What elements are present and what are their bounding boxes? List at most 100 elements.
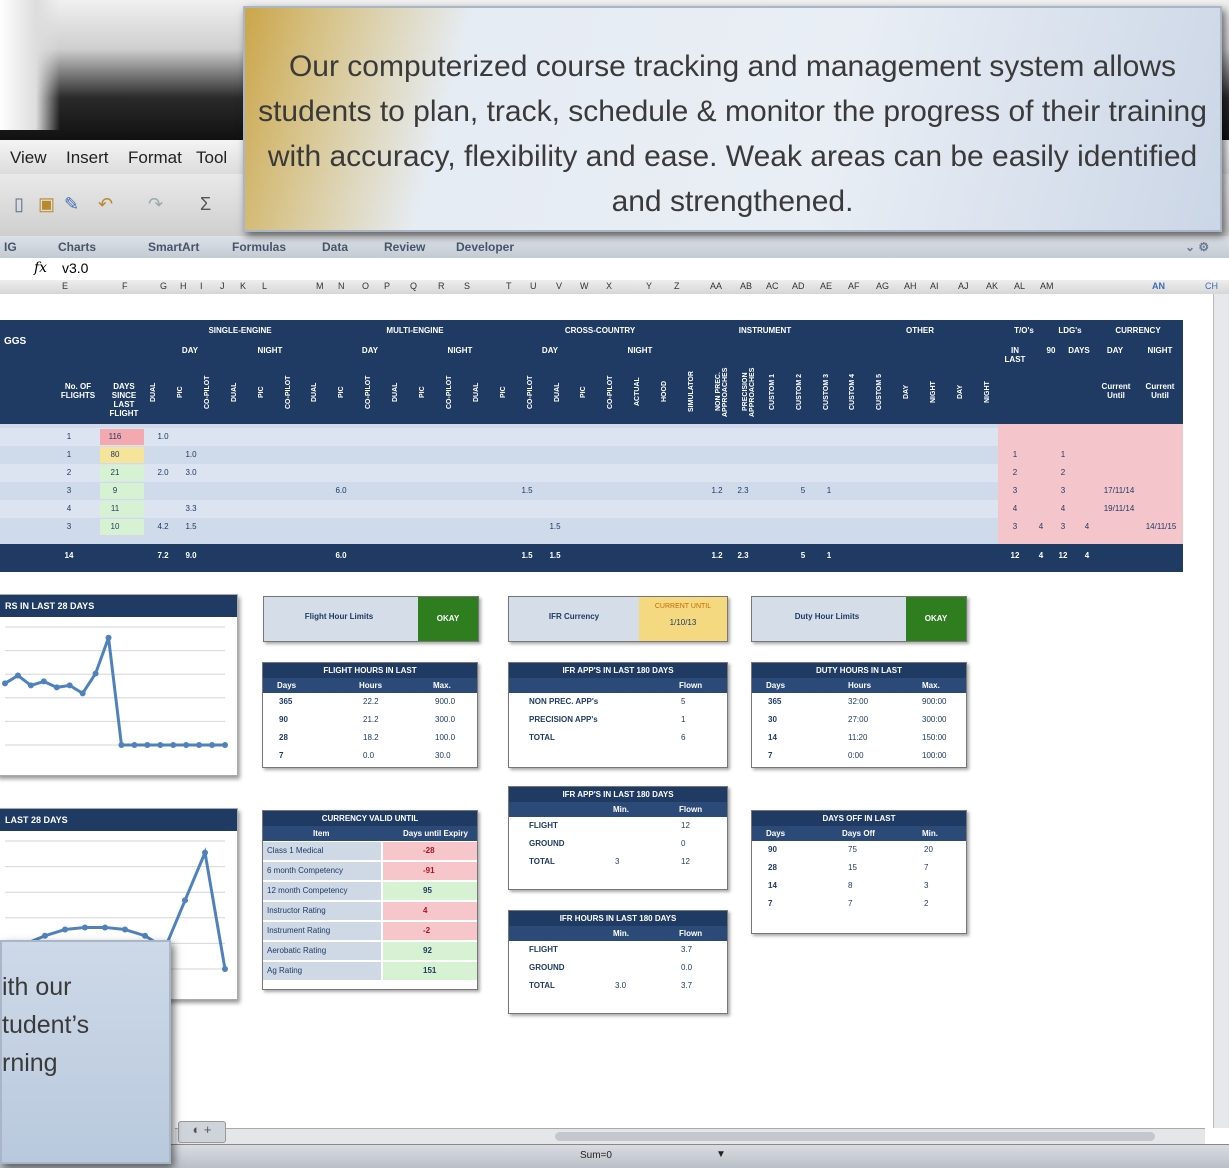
vertical-column-header: HOOD [661,381,669,403]
redo-icon[interactable]: ↷ [148,194,168,214]
column-header[interactable]: W [580,281,589,291]
status-bar: Sum=0 ▼ [0,1144,1229,1168]
group-header: OTHER [906,326,934,335]
chevron-down-icon[interactable]: ▼ [716,1149,726,1160]
column-header[interactable]: F [122,281,128,291]
document-icon[interactable]: ▯ [14,194,34,214]
column-header[interactable]: AH [904,281,917,291]
menu-tools[interactable]: Tool [196,148,227,168]
tab-smartart[interactable]: SmartArt [148,240,199,254]
currency-panel: CURRENCY VALID UNTIL Item Days until Exp… [262,810,478,990]
column-header[interactable]: H [180,281,187,291]
group-header: MULTI-ENGINE [386,326,444,335]
formula-input[interactable]: v3.0 [62,260,88,276]
total-cell: 4 [1084,551,1090,560]
column-header[interactable]: S [464,281,470,291]
column-header[interactable]: K [240,281,246,291]
total-cell: 1.2 [711,551,723,560]
column-header[interactable]: AJ [958,281,969,291]
secondary-callout: ith our tudent’s rning [0,940,171,1164]
series-line [4,637,225,747]
panel-header-row: Days Days Off Min. [752,826,966,841]
cell-fill [824,896,894,912]
column-header[interactable]: CH [1205,281,1218,291]
table-cell: 3 [1012,522,1018,531]
menu-format[interactable]: Format [128,148,182,168]
flight-hours-panel: FLIGHT HOURS IN LAST Days Hours Max. 365… [262,662,478,768]
column-header[interactable]: P [384,281,390,291]
menu-view[interactable]: View [10,148,47,168]
table-cell: 2 [924,899,929,908]
column-header[interactable]: L [262,281,267,291]
column-header[interactable]: AK [986,281,998,291]
table-row: GROUND 0 [509,835,727,853]
column-header[interactable]: E [62,281,68,291]
data-point [42,932,48,939]
table-cell: 5 [800,486,806,495]
column-header[interactable]: Y [646,281,652,291]
cell-fill [651,730,727,746]
column-header[interactable]: X [606,281,612,291]
column-header[interactable]: O [362,281,369,291]
autosum-icon[interactable]: Σ [200,194,220,214]
tab-charts[interactable]: Charts [58,240,96,254]
table-row: 365 32:00 900:00 [752,693,966,711]
scroll-thumb[interactable] [555,1132,1155,1141]
column-header[interactable]: G [160,281,167,291]
vertical-column-header: PIC [499,386,507,398]
column-header[interactable]: I [200,281,203,291]
tab-review[interactable]: Review [384,240,425,254]
table-cell: GROUND [529,839,565,848]
column-header[interactable]: AM [1040,281,1054,291]
currency-days: 92 [423,946,432,955]
column-header[interactable]: U [530,281,537,291]
paste-icon[interactable]: ▣ [38,194,58,214]
ribbon-tab-partial[interactable]: IG [4,240,17,254]
ribbon-collapse-icon[interactable]: ⌄ ⚙ [1185,240,1209,254]
table-row: Instructor Rating 4 [263,901,477,921]
column-header[interactable]: AI [930,281,939,291]
column-header[interactable]: AA [710,281,722,291]
table-cell: 7 [924,863,929,872]
table-row: TOTAL 3.0 3.7 [509,977,727,995]
column-header[interactable]: Q [410,281,417,291]
table-cell: 90 [768,845,777,854]
column-header[interactable]: Z [674,281,680,291]
column-header[interactable]: AG [876,281,889,291]
table-cell: 3.7 [681,981,693,990]
column-header[interactable]: R [438,281,445,291]
window-highlight [0,0,60,130]
subgroup-header: NIGHT [257,346,283,355]
panel-header-row: Item Days until Expiry [263,826,477,841]
data-point [118,742,125,748]
header-cell: Days [277,681,297,690]
tab-formulas[interactable]: Formulas [232,240,286,254]
duty-hour-limits-box: Duty Hour Limits OKAY [751,596,967,642]
column-header[interactable]: M [316,281,324,291]
column-header[interactable]: N [338,281,345,291]
data-point [170,742,177,748]
column-header-bar: E F G H I J K L M N O P Q R S T U V W X … [0,280,1229,295]
cell-fill [752,878,822,894]
tab-developer[interactable]: Developer [456,240,514,254]
menu-insert[interactable]: Insert [66,148,109,168]
column-header[interactable]: AE [820,281,832,291]
vertical-scrollbar[interactable] [1213,294,1229,1128]
column-header[interactable]: AD [792,281,805,291]
table-cell: 12 [681,821,690,830]
format-painter-icon[interactable]: ✎ [64,194,84,214]
column-header[interactable]: AL [1014,281,1025,291]
column-header[interactable]: AF [848,281,860,291]
column-header[interactable]: AC [766,281,779,291]
column-header[interactable]: V [556,281,562,291]
column-header[interactable]: AB [740,281,752,291]
tab-data[interactable]: Data [322,240,348,254]
column-header[interactable]: J [220,281,225,291]
add-sheet-icon[interactable]: ◐ + [178,1121,226,1143]
column-header[interactable]: T [506,281,512,291]
horizontal-scrollbar[interactable] [175,1128,1205,1145]
feature-callout: Our computerized course tracking and man… [243,6,1222,232]
column-header-selected[interactable]: AN [1152,281,1165,291]
undo-icon[interactable]: ↶ [98,194,118,214]
table-cell: NON PREC. APP's [529,697,599,706]
